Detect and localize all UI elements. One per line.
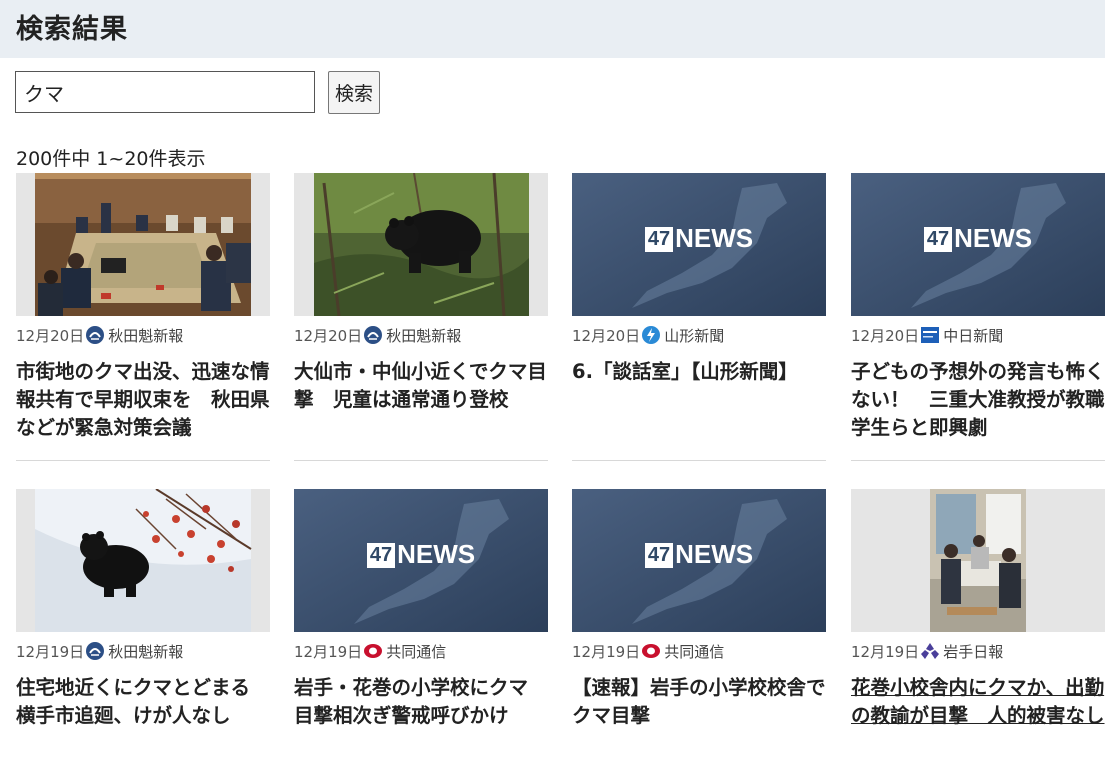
article-date: 12月20日 xyxy=(294,326,363,345)
article-title[interactable]: 子どもの予想外の発言も怖くない！ 三重大准教授が教職学生らと即興劇 xyxy=(851,358,1105,442)
card-divider xyxy=(851,460,1105,461)
chunichi-logo-icon xyxy=(920,325,940,345)
article-source: 秋田魁新報 xyxy=(108,642,184,661)
article-source: 秋田魁新報 xyxy=(386,326,462,345)
kyodo-logo-icon xyxy=(641,641,661,661)
result-card[interactable]: 12月19日 岩手日報 花巻小校舎内にクマか、出勤の教諭が目撃 人的被害なし xyxy=(851,489,1105,779)
47news-placeholder[interactable]: 47 NEWS xyxy=(294,489,548,632)
school-office-photo[interactable] xyxy=(851,489,1105,632)
news47-logo: 47 NEWS xyxy=(572,223,826,254)
result-card[interactable]: 47 NEWS 12月20日 中日新聞 子どもの予想外の発言も怖くない！ 三重大准… xyxy=(851,173,1105,463)
article-source: 中日新聞 xyxy=(943,326,1004,345)
article-title[interactable]: 市街地のクマ出没、迅速な情報共有で早期収束を 秋田県などが緊急対策会議 xyxy=(16,358,270,442)
result-card[interactable]: 12月20日 秋田魁新報 大仙市・中仙小近くでクマ目撃 児童は通常通り登校 xyxy=(294,173,548,463)
card-divider xyxy=(294,460,548,461)
sakigake-logo-icon xyxy=(85,325,105,345)
sakigake-logo-icon xyxy=(85,641,105,661)
sakigake-logo-icon xyxy=(363,325,383,345)
meeting-photo[interactable] xyxy=(16,173,270,316)
news47-logo: 47 NEWS xyxy=(572,539,826,570)
bear-forest-photo[interactable] xyxy=(294,173,548,316)
result-card[interactable]: 12月20日 秋田魁新報 市街地のクマ出没、迅速な情報共有で早期収束を 秋田県な… xyxy=(16,173,270,463)
result-card[interactable]: 47 NEWS 12月19日 共同通信 岩手・花巻の小学校にクマ 目撃相次ぎ警戒呼… xyxy=(294,489,548,779)
news47-logo: 47 NEWS xyxy=(294,539,548,570)
article-source: 岩手日報 xyxy=(943,642,1004,661)
article-source: 共同通信 xyxy=(386,642,447,661)
bear-snow-photo[interactable] xyxy=(16,489,270,632)
article-title[interactable]: 住宅地近くにクマとどまる 横手市追廻、けが人なし xyxy=(16,674,270,730)
article-meta: 12月20日 秋田魁新報 xyxy=(294,324,461,346)
article-date: 12月20日 xyxy=(572,326,641,345)
47news-placeholder[interactable]: 47 NEWS xyxy=(572,173,826,316)
article-meta: 12月20日 秋田魁新報 xyxy=(16,324,183,346)
article-title[interactable]: 6.「談話室」【山形新聞】 xyxy=(572,358,826,386)
article-meta: 12月20日 中日新聞 xyxy=(851,324,1003,346)
page-header: 検索結果 xyxy=(0,0,1105,58)
result-card[interactable]: 12月19日 秋田魁新報 住宅地近くにクマとどまる 横手市追廻、けが人なし xyxy=(16,489,270,779)
article-date: 12月19日 xyxy=(294,642,363,661)
article-title[interactable]: 岩手・花巻の小学校にクマ 目撃相次ぎ警戒呼びかけ xyxy=(294,674,548,730)
article-title[interactable]: 花巻小校舎内にクマか、出勤の教諭が目撃 人的被害なし xyxy=(851,674,1105,730)
article-meta: 12月19日 共同通信 xyxy=(572,640,724,662)
article-date: 12月20日 xyxy=(16,326,85,345)
result-count: 200件中 1~20件表示 xyxy=(16,148,206,170)
search-input[interactable] xyxy=(15,71,315,113)
article-meta: 12月19日 岩手日報 xyxy=(851,640,1003,662)
article-date: 12月19日 xyxy=(572,642,641,661)
article-source: 山形新聞 xyxy=(664,326,725,345)
article-source: 共同通信 xyxy=(664,642,725,661)
kyodo-logo-icon xyxy=(363,641,383,661)
article-title[interactable]: 【速報】岩手の小学校校舎でクマ目撃 xyxy=(572,674,826,730)
card-divider xyxy=(572,460,826,461)
yamagata-logo-icon xyxy=(641,325,661,345)
page-title: 検索結果 xyxy=(16,14,128,45)
iwate-nippo-logo-icon xyxy=(920,641,940,661)
article-date: 12月19日 xyxy=(851,642,920,661)
article-meta: 12月19日 秋田魁新報 xyxy=(16,640,183,662)
article-meta: 12月19日 共同通信 xyxy=(294,640,446,662)
47news-placeholder[interactable]: 47 NEWS xyxy=(572,489,826,632)
card-divider xyxy=(16,460,270,461)
article-meta: 12月20日 山形新聞 xyxy=(572,324,724,346)
47news-placeholder[interactable]: 47 NEWS xyxy=(851,173,1105,316)
article-date: 12月19日 xyxy=(16,642,85,661)
result-card[interactable]: 47 NEWS 12月19日 共同通信 【速報】岩手の小学校校舎でクマ目撃 xyxy=(572,489,826,779)
article-date: 12月20日 xyxy=(851,326,920,345)
result-card[interactable]: 47 NEWS 12月20日 山形新聞 6.「談話室」【山形新聞】 xyxy=(572,173,826,463)
news47-logo: 47 NEWS xyxy=(851,223,1105,254)
article-title[interactable]: 大仙市・中仙小近くでクマ目撃 児童は通常通り登校 xyxy=(294,358,548,414)
search-button[interactable]: 検索 xyxy=(328,71,380,114)
article-source: 秋田魁新報 xyxy=(108,326,184,345)
